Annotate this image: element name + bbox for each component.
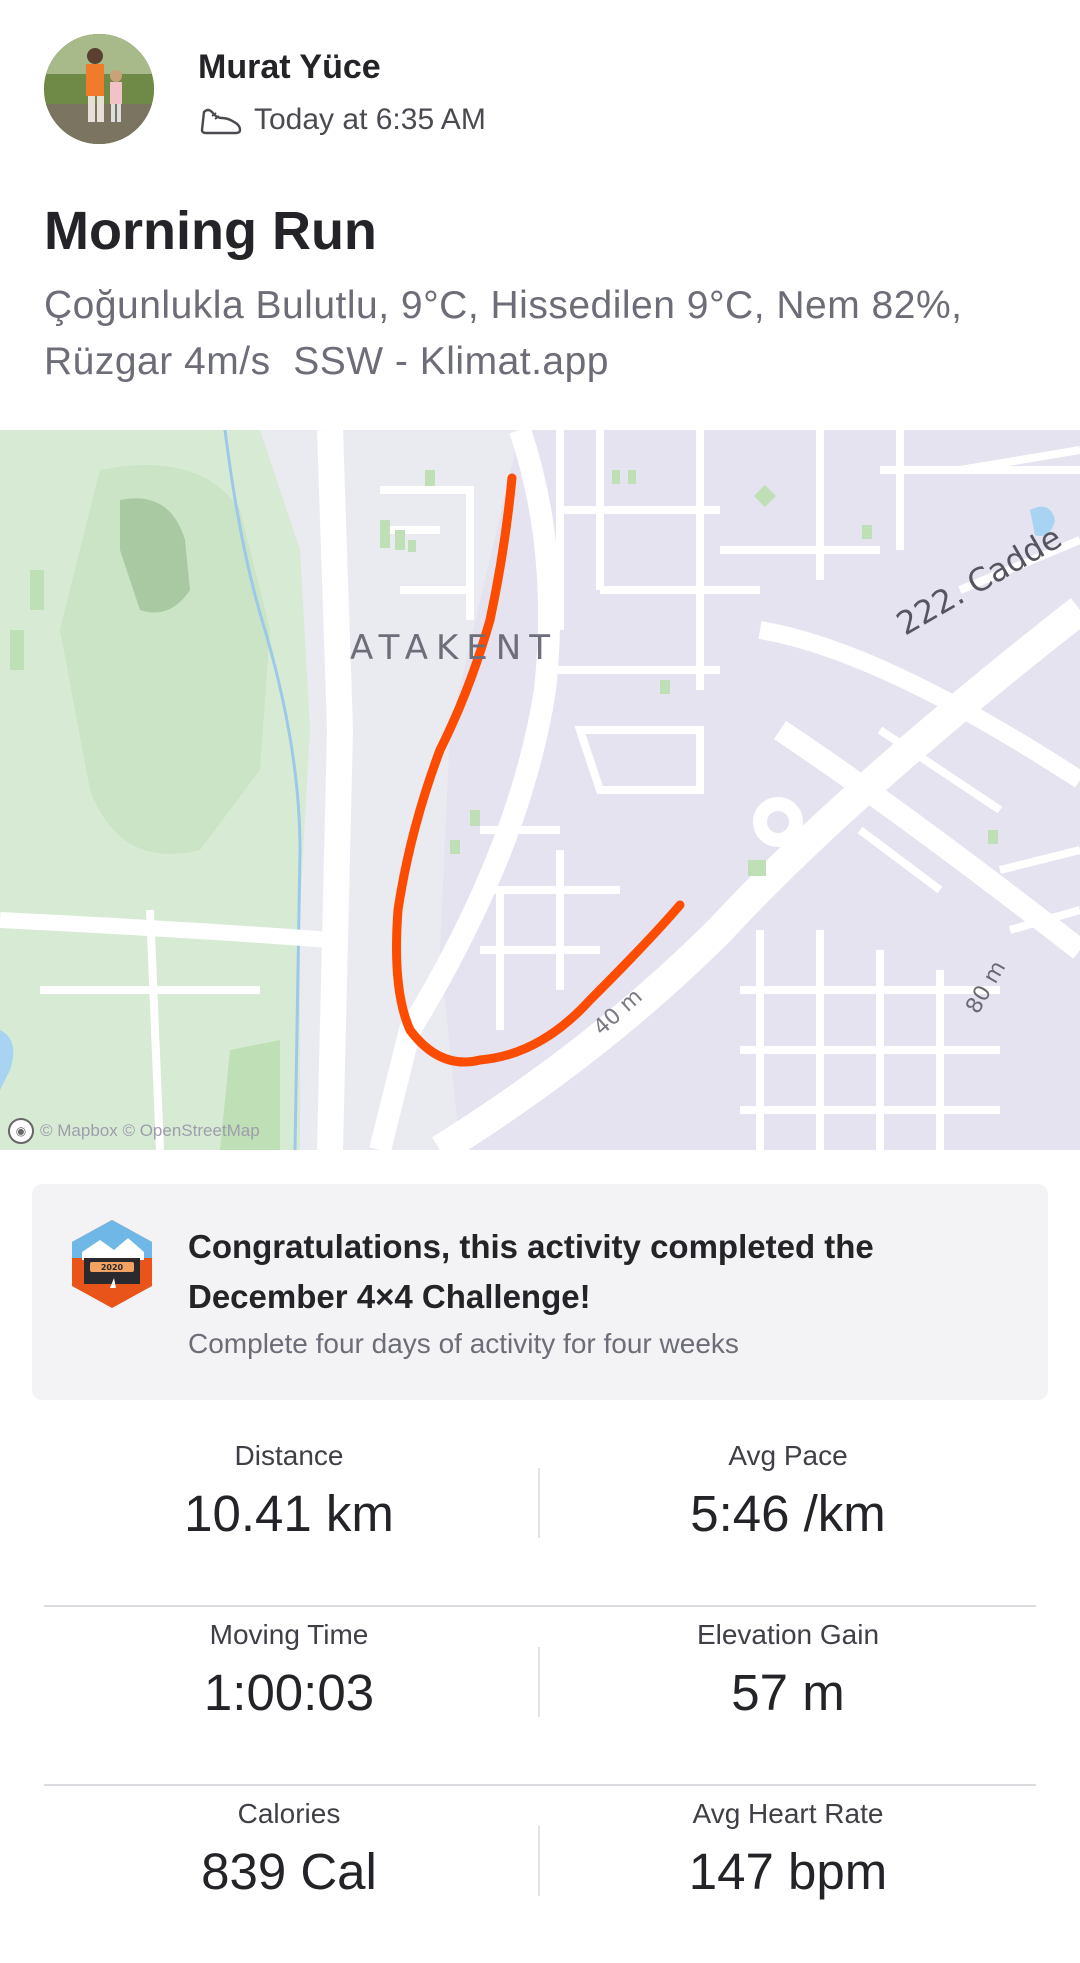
stat-moving-time: Moving Time 1:00:03 [44,1607,534,1722]
mapbox-logo-icon: ◉ [8,1118,34,1144]
challenge-subtitle: Complete four days of activity for four … [188,1328,739,1359]
map-attribution[interactable]: ◉ © Mapbox © OpenStreetMap [8,1118,260,1144]
stat-label: Distance [234,1440,344,1471]
stat-label: Elevation Gain [696,1619,880,1650]
challenge-title: Congratulations, this activity completed… [188,1228,874,1315]
map-attribution-text: © Mapbox © OpenStreetMap [40,1121,260,1140]
stat-value: 57 m [731,1664,845,1721]
avatar-photo [44,34,154,144]
stat-label: Avg Heart Rate [692,1798,884,1829]
activity-title[interactable]: Morning Run [44,200,377,262]
stat-avg-heart-rate: Avg Heart Rate 147 bpm [540,1786,1036,1901]
run-shoe-icon [200,108,242,135]
athlete-name[interactable]: Murat Yüce [198,48,381,87]
activity-timestamp: Today at 6:35 AM [254,103,486,136]
stat-value: 5:46 /km [690,1485,886,1542]
stats-row-3: Calories 839 Cal Avg Heart Rate 147 bpm [44,1786,1036,1963]
activity-meta: Today at 6:35 AM [198,102,486,138]
route-map[interactable]: ATAKENT 222. Cadde 40 m 80 m ◉ © Mapbox … [0,430,1080,1150]
stat-elevation-gain: Elevation Gain 57 m [540,1607,1036,1722]
stat-value: 10.41 km [184,1485,394,1542]
avatar[interactable] [44,34,154,144]
map-canvas [0,430,1080,1150]
challenge-banner[interactable]: 2020 Congratulations, this activity comp… [32,1184,1048,1400]
stat-value: 839 Cal [201,1843,377,1900]
stats-row-2: Moving Time 1:00:03 Elevation Gain 57 m [44,1607,1036,1786]
stat-avg-pace: Avg Pace 5:46 /km [540,1428,1036,1543]
stat-label: Avg Pace [728,1440,848,1471]
map-district-label: ATAKENT [350,628,558,668]
stat-value: 1:00:03 [203,1664,375,1721]
stat-label: Moving Time [209,1619,369,1650]
activity-stats: Distance 10.41 km Avg Pace 5:46 /km Movi… [44,1428,1036,1963]
stat-label: Calories [237,1798,341,1829]
activity-description: Çoğunlukla Bulutlu, 9°C, Hissedilen 9°C,… [44,284,963,383]
challenge-badge-icon: 2020 [72,1220,152,1308]
stat-value: 147 bpm [688,1843,888,1900]
stat-calories: Calories 839 Cal [44,1786,534,1901]
badge-year: 2020 [101,1263,124,1272]
activity-header: Murat Yüce Today at 6:35 AM [0,0,1080,150]
stat-distance: Distance 10.41 km [44,1428,534,1543]
stats-row-1: Distance 10.41 km Avg Pace 5:46 /km [44,1428,1036,1607]
